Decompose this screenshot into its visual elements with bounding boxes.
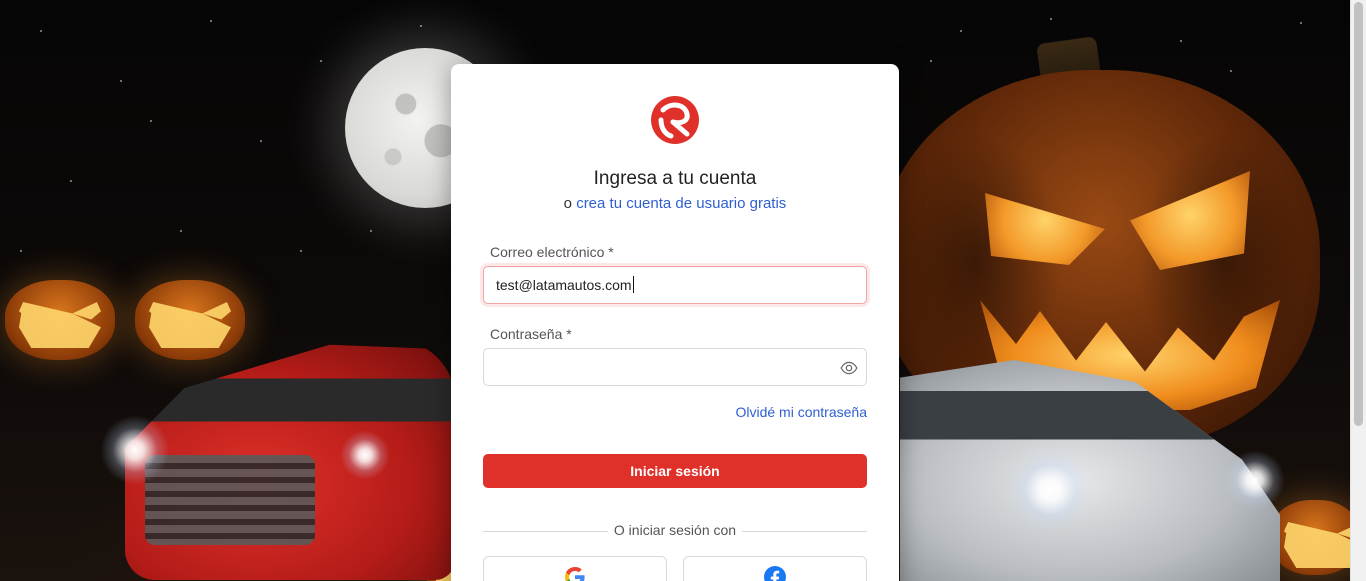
small-pumpkin-image	[5, 280, 115, 360]
headlight-flare	[1010, 450, 1090, 530]
divider-text: O iniciar sesión con	[607, 522, 743, 538]
facebook-icon	[764, 566, 786, 581]
headlight-flare	[340, 430, 390, 480]
headlight-flare	[1225, 450, 1285, 510]
facebook-login-button[interactable]	[683, 556, 867, 581]
signup-prompt: o crea tu cuenta de usuario gratis	[451, 195, 899, 212]
signup-prefix: o	[563, 195, 573, 212]
small-pumpkin-image	[1270, 500, 1350, 575]
google-icon	[565, 567, 585, 581]
brand-logo	[651, 96, 699, 144]
signup-link[interactable]: crea tu cuenta de usuario gratis	[576, 195, 786, 212]
eye-icon[interactable]	[840, 359, 858, 377]
email-label: Correo electrónico *	[490, 244, 614, 260]
forgot-password-link[interactable]: Olvidé mi contraseña	[735, 404, 867, 420]
login-card: Ingresa a tu cuenta o crea tu cuenta de …	[451, 64, 899, 581]
page-scrollbar[interactable]	[1350, 0, 1366, 581]
social-divider: O iniciar sesión con	[483, 522, 867, 540]
red-car-grille	[145, 455, 315, 545]
google-login-button[interactable]	[483, 556, 667, 581]
small-pumpkin-image	[135, 280, 245, 360]
text-caret	[632, 276, 634, 293]
login-submit-button[interactable]: Iniciar sesión	[483, 454, 867, 488]
email-field[interactable]: test@latamautos.com	[483, 266, 867, 304]
password-field[interactable]	[483, 348, 867, 386]
password-label: Contraseña *	[490, 326, 572, 342]
login-title: Ingresa a tu cuenta	[593, 168, 757, 189]
headlight-flare	[100, 415, 170, 485]
email-value: test@latamautos.com	[496, 277, 632, 293]
scrollbar-thumb[interactable]	[1354, 2, 1363, 426]
